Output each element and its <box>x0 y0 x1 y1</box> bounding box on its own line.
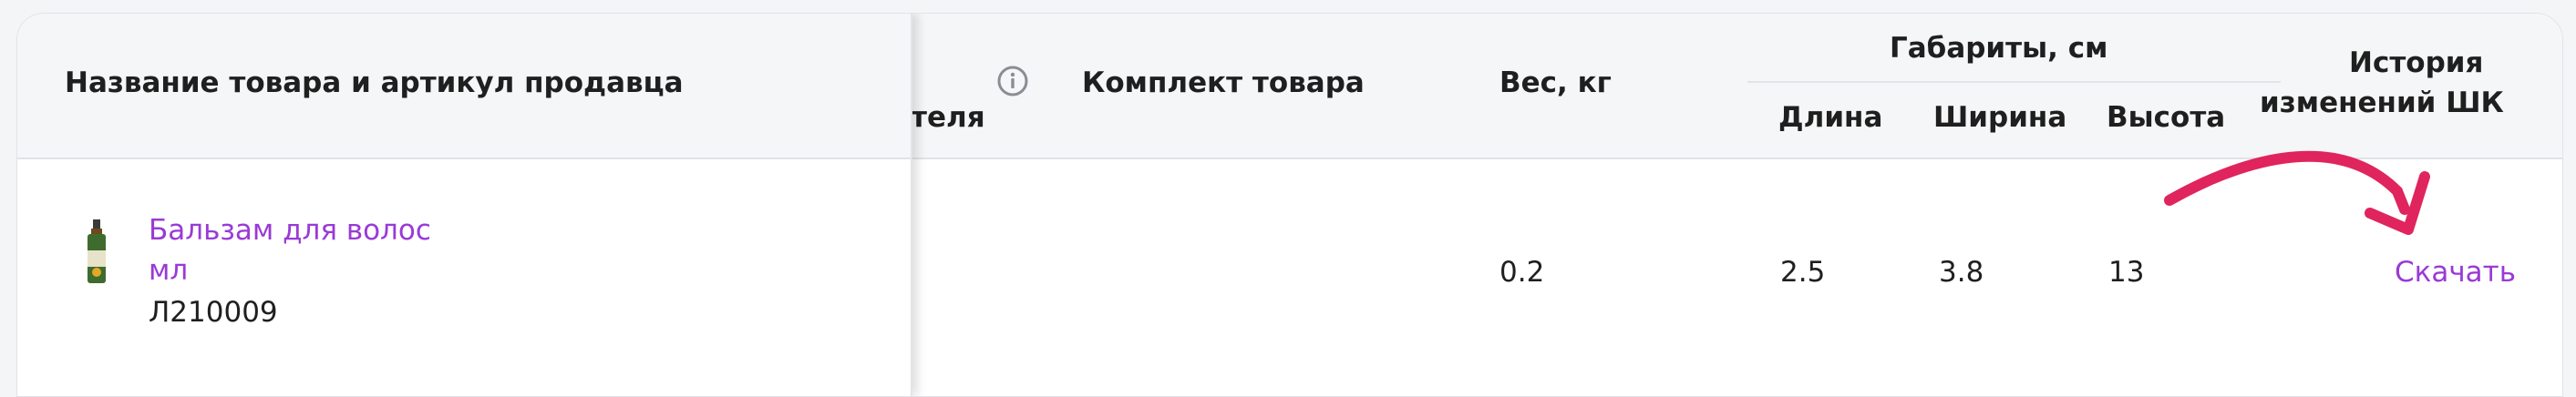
column-header-dimensions: Габариты, см <box>1890 32 2108 65</box>
column-header-product: Название товара и артикул продавца <box>65 66 684 99</box>
seller-article: Л210009 <box>149 296 278 329</box>
info-icon[interactable] <box>996 65 1029 97</box>
column-header-barcode-history-line2: изменений ШК <box>2260 87 2504 119</box>
product-name-line1[interactable]: Бальзам для волос <box>149 214 431 247</box>
cell-width: 3.8 <box>1939 256 1984 289</box>
column-header-length: Длина <box>1778 101 1883 134</box>
cell-height: 13 <box>2108 256 2145 289</box>
cell-length: 2.5 <box>1780 256 1826 289</box>
column-header-kit: Комплект товара <box>1082 66 1365 99</box>
column-header-width: Ширина <box>1933 101 2067 134</box>
products-table: теля Комплект товара Вес, кг Габариты, с… <box>16 13 2563 397</box>
cell-weight: 0.2 <box>1499 256 1545 289</box>
download-link[interactable]: Скачать <box>2395 256 2516 289</box>
product-name-line2[interactable]: мл <box>149 254 188 287</box>
dimensions-divider <box>1747 81 2281 83</box>
column-header-barcode-history-line1: История <box>2349 46 2484 79</box>
column-header-height: Высота <box>2107 101 2226 134</box>
column-header-weight: Вес, кг <box>1499 66 1612 99</box>
product-thumbnail[interactable] <box>83 219 110 287</box>
sticky-product-column: Название товара и артикул продавца Бальз… <box>17 14 912 396</box>
column-header-partial: теля <box>911 101 985 134</box>
